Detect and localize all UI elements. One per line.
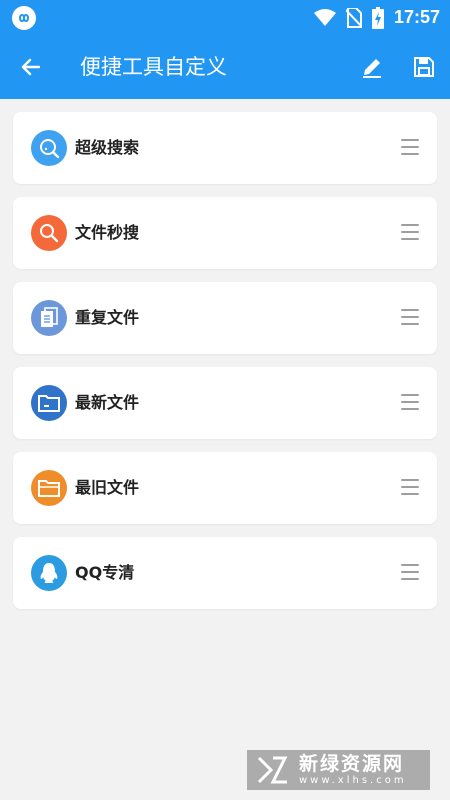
qq-clean-icon	[31, 555, 67, 591]
list-item-label: 重复文件	[75, 308, 140, 327]
drag-handle-icon[interactable]	[401, 309, 419, 327]
latest-file-icon	[31, 385, 67, 421]
list-item-label: 超级搜索	[75, 138, 140, 157]
app-bar: 便捷工具自定义	[0, 35, 450, 99]
super-search-icon	[31, 130, 67, 166]
drag-handle-icon[interactable]	[401, 224, 419, 242]
floppy-disk-icon	[414, 57, 434, 77]
status-bar: 17:57	[0, 0, 450, 35]
list-item-label: QQ专清	[75, 563, 135, 582]
app-notification-icon	[12, 6, 36, 30]
drag-handle-icon[interactable]	[401, 564, 419, 582]
status-time: 17:57	[393, 7, 440, 27]
list-item-label: 最新文件	[75, 393, 140, 412]
list-item-super-search[interactable]: 超级搜索	[13, 112, 437, 184]
watermark-logo-icon	[257, 756, 288, 784]
page-title: 便捷工具自定义	[80, 55, 227, 79]
oldest-file-icon	[31, 470, 67, 506]
tool-list: 超级搜索 文件秒搜 重复文件 最新文件 最旧文件 QQ专清	[13, 112, 437, 622]
list-item-label: 文件秒搜	[75, 223, 140, 242]
list-item-oldest-files[interactable]: 最旧文件	[13, 452, 437, 524]
file-quick-search-icon	[31, 215, 67, 251]
list-item-duplicate-files[interactable]: 重复文件	[13, 282, 437, 354]
watermark-domain: www.xlhs.com	[299, 775, 407, 786]
back-button[interactable]	[14, 51, 46, 83]
duplicate-file-icon	[31, 300, 67, 336]
save-button[interactable]	[408, 51, 440, 83]
list-item-label: 最旧文件	[75, 478, 140, 497]
watermark-title: 新绿资源网	[299, 753, 405, 775]
list-item-qq-clean[interactable]: QQ专清	[13, 537, 437, 609]
watermark: 新绿资源网 www.xlhs.com	[247, 750, 430, 790]
wifi-icon	[313, 8, 336, 26]
list-item-latest-files[interactable]: 最新文件	[13, 367, 437, 439]
no-sim-icon	[345, 7, 362, 28]
battery-charging-icon	[371, 6, 384, 29]
arrow-back-icon	[21, 58, 40, 76]
edit-button[interactable]	[356, 51, 388, 83]
drag-handle-icon[interactable]	[401, 394, 419, 412]
list-item-file-quick-search[interactable]: 文件秒搜	[13, 197, 437, 269]
pencil-icon	[363, 59, 381, 78]
drag-handle-icon[interactable]	[401, 479, 419, 497]
drag-handle-icon[interactable]	[401, 139, 419, 157]
